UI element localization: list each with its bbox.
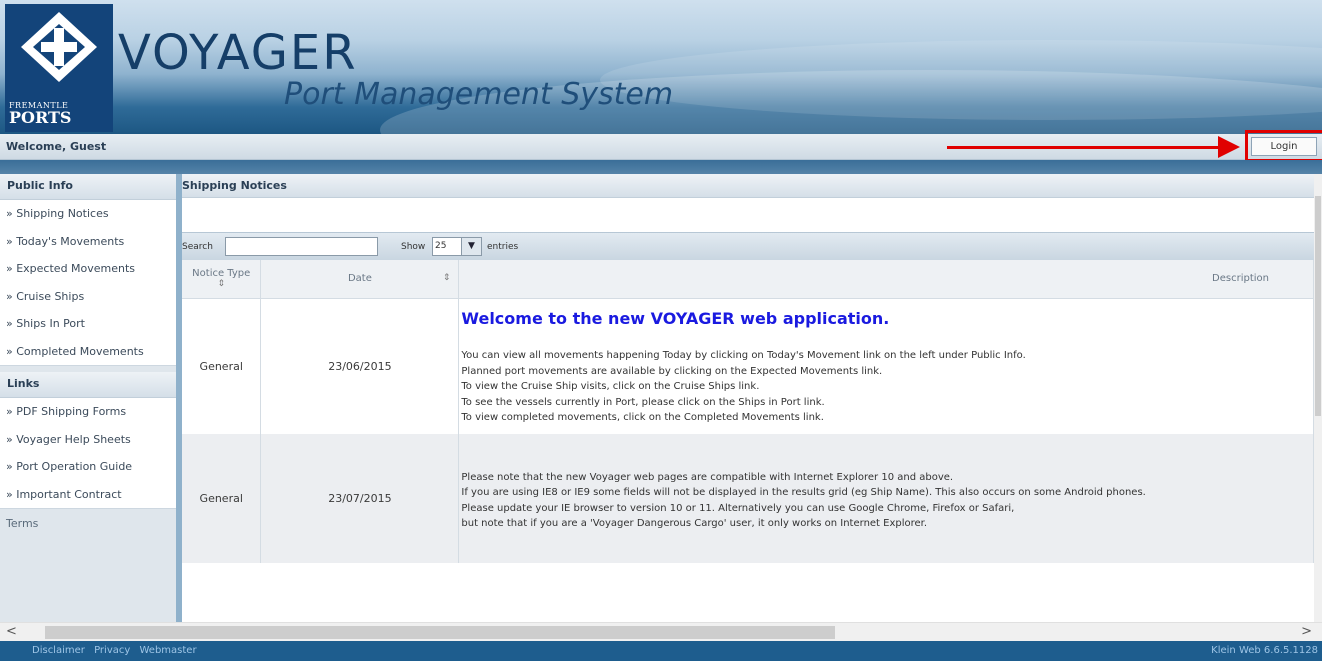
notice-line: Planned port movements are available by …: [461, 365, 883, 377]
scroll-right-icon[interactable]: >: [1301, 624, 1312, 639]
sidebar-item-completed-movements[interactable]: » Completed Movements: [0, 338, 176, 366]
page-size-select[interactable]: 25 ▼: [432, 237, 482, 256]
table-row: General 23/07/2015 Please note that the …: [182, 434, 1314, 563]
notice-line: Please update your IE browser to version…: [461, 502, 1015, 514]
sidebar-item-cruise-ships[interactable]: » Cruise Ships: [0, 283, 176, 311]
fremantle-ports-logo: FREMANTLE PORTS: [5, 4, 113, 132]
sidebar-item-important-contract[interactable]: » Important Contract: [0, 481, 176, 509]
grid-toolbar: Search Show 25 ▼ entries: [182, 232, 1314, 260]
vertical-scroll-thumb[interactable]: [1315, 196, 1321, 416]
notice-headline: Welcome to the new VOYAGER web applicati…: [461, 309, 890, 328]
sidebar-item-voyager-help-sheets[interactable]: » Voyager Help Sheets: [0, 426, 176, 454]
sidebar-item-port-operation-guide[interactable]: » Port Operation Guide: [0, 453, 176, 481]
date-cell: 23/06/2015: [260, 298, 460, 434]
sidebar: Public Info » Shipping Notices » Today's…: [0, 174, 176, 622]
scroll-left-icon[interactable]: <: [6, 624, 17, 639]
vertical-scrollbar[interactable]: [1314, 174, 1322, 622]
notice-line: You can view all movements happening Tod…: [461, 350, 1026, 361]
main-panel: Shipping Notices Search Show 25 ▼ entrie…: [182, 174, 1314, 622]
terms-link[interactable]: Terms: [0, 517, 176, 530]
notice-type-cell: General: [182, 298, 262, 434]
notice-type-header-label: Notice Type: [192, 268, 251, 280]
version-text: Klein Web 6.6.5.1128: [1211, 645, 1318, 656]
notice-line: To see the vessels currently in Port, pl…: [461, 396, 825, 408]
description-cell: Please note that the new Voyager web pag…: [458, 434, 1314, 563]
horizontal-scroll-thumb[interactable]: [45, 626, 835, 639]
notice-line: To view completed movements, click on th…: [461, 412, 824, 423]
notices-table: Notice Type ⇕ Date ⇕ Description General…: [182, 260, 1314, 563]
header-divider-strip: [0, 160, 1322, 174]
public-info-heading: Public Info: [0, 174, 176, 200]
annotation-arrow-head-icon: [1218, 136, 1240, 158]
welcome-text: Welcome, Guest: [6, 140, 107, 153]
column-header-date[interactable]: Date ⇕: [260, 260, 460, 299]
links-panel: Links » PDF Shipping Forms » Voyager Hel…: [0, 372, 176, 509]
public-info-panel: Public Info » Shipping Notices » Today's…: [0, 174, 176, 366]
entries-label: entries: [487, 242, 519, 252]
search-input[interactable]: [225, 237, 378, 256]
chevron-down-icon[interactable]: ▼: [461, 238, 481, 255]
page-title: Shipping Notices: [182, 174, 1314, 198]
sidebar-item-pdf-shipping-forms[interactable]: » PDF Shipping Forms: [0, 398, 176, 426]
sidebar-item-expected-movements[interactable]: » Expected Movements: [0, 255, 176, 283]
notice-line: but note that if you are a 'Voyager Dang…: [461, 518, 928, 529]
logo-mark-icon: [21, 12, 97, 82]
login-button[interactable]: Login: [1251, 137, 1317, 156]
notice-line: Please note that the new Voyager web pag…: [461, 471, 954, 483]
app-title: VOYAGER: [118, 25, 358, 81]
page-size-value: 25: [435, 241, 447, 251]
app-header: FREMANTLE PORTS VOYAGER Port Management …: [0, 0, 1322, 134]
column-header-notice-type[interactable]: Notice Type ⇕: [182, 260, 262, 299]
footer-link-privacy[interactable]: Privacy: [94, 645, 130, 656]
notice-type-cell: General: [182, 434, 262, 563]
notice-line: To view the Cruise Ship visits, click on…: [461, 381, 760, 392]
description-cell: Welcome to the new VOYAGER web applicati…: [458, 298, 1314, 434]
sidebar-item-todays-movements[interactable]: » Today's Movements: [0, 228, 176, 256]
date-header-label: Date: [347, 273, 372, 285]
column-header-description[interactable]: Description: [458, 260, 1314, 299]
sort-icon[interactable]: ⇕: [443, 273, 451, 283]
links-heading: Links: [0, 372, 176, 398]
annotation-arrow-line: [947, 146, 1227, 149]
app-subtitle: Port Management System: [284, 77, 674, 112]
date-cell: 23/07/2015: [260, 434, 460, 563]
sidebar-item-ships-in-port[interactable]: » Ships In Port: [0, 310, 176, 338]
show-label: Show: [401, 242, 426, 252]
sidebar-item-shipping-notices[interactable]: » Shipping Notices: [0, 200, 176, 228]
footer: Disclaimer Privacy Webmaster Klein Web 6…: [0, 641, 1322, 661]
notice-line: If you are using IE8 or IE9 some fields …: [461, 487, 1146, 498]
table-header-row: Notice Type ⇕ Date ⇕ Description: [182, 260, 1314, 299]
description-header-label: Description: [1212, 273, 1269, 285]
footer-links: Disclaimer Privacy Webmaster: [32, 645, 203, 656]
search-label: Search: [182, 242, 213, 252]
footer-link-webmaster[interactable]: Webmaster: [139, 645, 196, 656]
logo-line-2: PORTS: [9, 108, 72, 127]
sort-icon[interactable]: ⇕: [182, 279, 260, 289]
table-row: General 23/06/2015 Welcome to the new VO…: [182, 298, 1314, 434]
horizontal-scrollbar[interactable]: < >: [0, 622, 1322, 641]
footer-link-disclaimer[interactable]: Disclaimer: [32, 645, 85, 656]
